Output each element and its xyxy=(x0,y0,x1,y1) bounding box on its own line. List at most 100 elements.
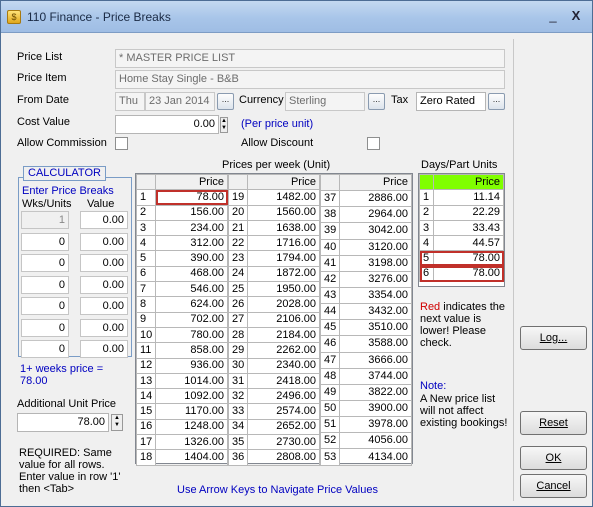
calc-wks-input[interactable]: 0 xyxy=(21,318,69,337)
cost-value-field[interactable]: 0.00 xyxy=(115,115,219,134)
week-price-cell[interactable]: 3510.00 xyxy=(339,319,412,337)
week-price-cell[interactable]: 624.00 xyxy=(155,296,228,313)
calc-value-input[interactable]: 0.00 xyxy=(80,232,128,251)
week-price-cell[interactable]: 3432.00 xyxy=(339,303,412,321)
week-price-cell[interactable]: 2418.00 xyxy=(247,372,320,390)
week-price-cell[interactable]: 2106.00 xyxy=(247,311,320,328)
from-date-field[interactable]: 23 Jan 2014 xyxy=(145,92,215,111)
currency-picker-button[interactable]: ... xyxy=(368,93,385,110)
calc-wks-input[interactable]: 0 xyxy=(21,297,69,315)
calc-value-input[interactable]: 0.00 xyxy=(80,254,128,272)
week-price-cell[interactable]: 1638.00 xyxy=(247,219,320,237)
week-price-cell[interactable]: 2574.00 xyxy=(247,403,320,420)
week-price-cell[interactable]: 390.00 xyxy=(155,250,228,267)
row-number-header xyxy=(227,173,249,191)
ok-button[interactable]: OK xyxy=(520,446,587,470)
week-price-cell[interactable]: 3666.00 xyxy=(339,351,412,369)
calc-wks-input[interactable]: 0 xyxy=(21,340,69,358)
day-price-cell[interactable]: 11.14 xyxy=(433,189,504,206)
additional-unit-spinner[interactable]: ▲ ▼ xyxy=(111,414,123,431)
week-price-cell[interactable]: 312.00 xyxy=(155,235,228,252)
week-price-cell[interactable]: 702.00 xyxy=(155,311,228,328)
week-price-cell[interactable]: 4134.00 xyxy=(339,448,412,466)
calc-wks-input[interactable]: 0 xyxy=(21,254,69,272)
week-price-cell[interactable]: 1248.00 xyxy=(155,418,228,436)
close-button[interactable]: X xyxy=(566,7,586,25)
week-price-cell[interactable]: 2808.00 xyxy=(247,449,320,466)
week-price-cell[interactable]: 858.00 xyxy=(155,342,228,359)
minimize-button[interactable]: _ xyxy=(543,7,563,25)
week-price-cell[interactable]: 2262.00 xyxy=(247,342,320,359)
week-price-cell[interactable]: 1170.00 xyxy=(155,403,228,420)
week-price-cell[interactable]: 468.00 xyxy=(155,265,228,283)
allow-discount-checkbox[interactable] xyxy=(367,137,380,150)
title-bar[interactable]: $ 110 Finance - Price Breaks _ X xyxy=(1,1,592,33)
week-price-cell[interactable]: 4056.00 xyxy=(339,432,412,450)
calc-wks-input[interactable]: 1 xyxy=(21,211,69,229)
week-price-cell[interactable]: 1560.00 xyxy=(247,204,320,221)
week-price-cell[interactable]: 3978.00 xyxy=(339,416,412,434)
tax-field[interactable]: Zero Rated xyxy=(416,92,486,111)
cancel-button[interactable]: Cancel xyxy=(520,474,587,498)
calc-value-input[interactable]: 0.00 xyxy=(80,211,128,229)
week-price-cell[interactable]: 2028.00 xyxy=(247,296,320,313)
table-row: 6 78.00 xyxy=(419,265,504,283)
table-row: 21 1638.00 xyxy=(227,219,320,237)
week-price-cell[interactable]: 1950.00 xyxy=(247,281,320,298)
tax-picker-button[interactable]: ... xyxy=(488,93,505,110)
week-price-cell[interactable]: 1014.00 xyxy=(155,372,228,390)
table-row: 39 3042.00 xyxy=(319,222,412,240)
reset-button[interactable]: Reset xyxy=(520,411,587,435)
day-price-cell[interactable]: 22.29 xyxy=(433,204,504,221)
week-price-cell[interactable]: 936.00 xyxy=(155,357,228,374)
week-price-cell[interactable]: 156.00 xyxy=(155,204,228,221)
week-price-cell[interactable]: 3354.00 xyxy=(339,286,412,305)
week-price-cell[interactable]: 2184.00 xyxy=(247,326,320,344)
log-button[interactable]: Log... xyxy=(520,326,587,350)
day-price-cell[interactable]: 78.00 xyxy=(433,265,504,283)
day-price-cell[interactable]: 33.43 xyxy=(433,219,504,237)
week-price-cell[interactable]: 2964.00 xyxy=(339,206,412,224)
week-price-cell[interactable]: 3198.00 xyxy=(339,254,412,272)
week-price-cell[interactable]: 3822.00 xyxy=(339,383,412,401)
week-price-cell[interactable]: 546.00 xyxy=(155,281,228,298)
week-price-cell[interactable]: 780.00 xyxy=(155,326,228,344)
calc-value-input[interactable]: 0.00 xyxy=(80,340,128,358)
week-price-cell[interactable]: 3042.00 xyxy=(339,222,412,240)
calc-value-input[interactable]: 0.00 xyxy=(80,275,128,294)
calc-wks-input[interactable]: 0 xyxy=(21,275,69,294)
cost-value-spinner[interactable]: ▲ ▼ xyxy=(220,117,228,133)
allow-commission-checkbox[interactable] xyxy=(115,137,128,150)
week-price-cell[interactable]: 1716.00 xyxy=(247,235,320,252)
calc-wks-input[interactable]: 0 xyxy=(21,232,69,251)
week-price-cell[interactable]: 2652.00 xyxy=(247,418,320,436)
week-price-cell[interactable]: 1794.00 xyxy=(247,250,320,267)
day-price-cell[interactable]: 78.00 xyxy=(433,250,504,267)
calc-value-input[interactable]: 0.00 xyxy=(80,297,128,315)
table-row: 34 2652.00 xyxy=(227,418,320,436)
week-price-cell[interactable]: 1326.00 xyxy=(155,434,228,451)
week-price-cell[interactable]: 2730.00 xyxy=(247,434,320,451)
week-price-cell[interactable]: 1092.00 xyxy=(155,388,228,405)
day-price-cell[interactable]: 44.57 xyxy=(433,235,504,252)
week-price-cell[interactable]: 78.00 xyxy=(155,189,228,206)
week-price-cell[interactable]: 3588.00 xyxy=(339,335,412,353)
week-price-cell[interactable]: 1482.00 xyxy=(247,189,320,206)
calc-value-input[interactable]: 0.00 xyxy=(80,318,128,337)
week-price-cell[interactable]: 3744.00 xyxy=(339,367,412,385)
week-price-cell[interactable]: 234.00 xyxy=(155,219,228,237)
date-picker-button[interactable]: ... xyxy=(217,93,234,110)
week-price-cell[interactable]: 2340.00 xyxy=(247,357,320,374)
table-row: 49 3822.00 xyxy=(319,383,412,401)
week-price-cell[interactable]: 3120.00 xyxy=(339,238,412,256)
week-price-cell[interactable]: 2886.00 xyxy=(339,190,412,208)
week-price-cell[interactable]: 1872.00 xyxy=(247,265,320,283)
additional-unit-price-field[interactable]: 78.00 xyxy=(17,413,109,432)
week-price-cell[interactable]: 1404.00 xyxy=(155,449,228,466)
week-price-cell[interactable]: 3276.00 xyxy=(339,270,412,288)
cost-value-label: Cost Value xyxy=(17,116,70,128)
week-price-cell[interactable]: 2496.00 xyxy=(247,388,320,405)
week-price-cell[interactable]: 3900.00 xyxy=(339,399,412,418)
additional-unit-price-label: Additional Unit Price xyxy=(17,398,117,410)
currency-field[interactable]: Sterling xyxy=(285,92,365,111)
